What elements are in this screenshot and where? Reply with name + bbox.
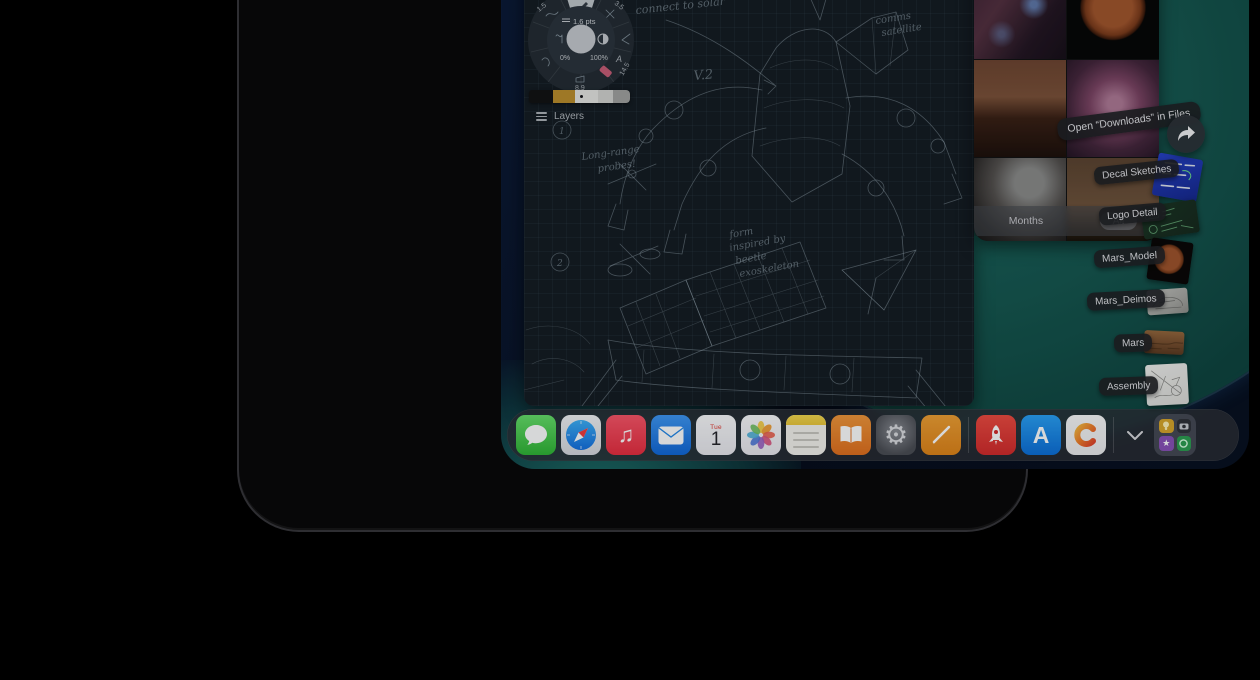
annotation-number-2: 2: [556, 259, 563, 269]
opacity-max-label: 100%: [590, 55, 608, 62]
ipad-device: connect to solar comms satellite V.2 Lon…: [237, 0, 1028, 532]
app-icon-settings[interactable]: ⚙: [876, 415, 916, 455]
palette-swatch-lightgray[interactable]: [598, 90, 613, 103]
notes-line: [793, 432, 819, 434]
app-icon-app-store[interactable]: A: [1021, 415, 1061, 455]
app-icon-calendar[interactable]: Tue 1: [696, 415, 736, 455]
app-icon-notes[interactable]: [786, 415, 826, 455]
annotation-probes-2: probes!: [597, 159, 637, 175]
forward-arrow-icon: [1176, 125, 1196, 143]
drag-item-label[interactable]: Mars: [1114, 333, 1153, 352]
notes-line: [793, 439, 819, 441]
palette-swatch-gold[interactable]: [553, 90, 575, 103]
text-tool-segment[interactable]: A: [615, 54, 622, 64]
palette-swatch-black[interactable]: [529, 90, 553, 103]
notes-line: [793, 446, 819, 448]
app-icon-messages[interactable]: [516, 415, 556, 455]
photo-thumbnail-mars-planet[interactable]: [1067, 0, 1159, 59]
concepts-app-window[interactable]: connect to solar comms satellite V.2 Lon…: [524, 0, 974, 406]
dock: ♫ Tue 1 ⚙: [507, 409, 1239, 461]
chevron-down-icon: [1127, 431, 1143, 440]
app-icon-photos[interactable]: [741, 415, 781, 455]
app-library-icon[interactable]: ★: [1154, 414, 1196, 456]
color-palette[interactable]: [529, 90, 630, 103]
layers-label: Layers: [554, 111, 584, 122]
tool-wheel[interactable]: 1.6 1.5 3.5 14.5 8.9 A 1.6 pts: [526, 0, 636, 94]
drag-item-label[interactable]: Assembly: [1099, 376, 1159, 396]
gear-glyph: ⚙: [884, 420, 908, 451]
library-tile-green: [1177, 436, 1192, 451]
music-note-glyph: ♫: [618, 422, 635, 448]
annotation-version: V.2: [693, 67, 714, 84]
library-tile-yellow: [1159, 419, 1174, 433]
app-icon-concepts[interactable]: [1066, 415, 1106, 455]
palette-swatch-gray[interactable]: [613, 90, 630, 103]
share-forward-button[interactable]: [1167, 115, 1205, 153]
annotation-number-1: 1: [559, 127, 565, 137]
library-tile-camera: [1177, 419, 1192, 433]
current-color-swatch[interactable]: [567, 25, 596, 54]
annotation-connect: connect to solar: [635, 0, 726, 17]
opacity-min-label: 0%: [560, 55, 570, 62]
app-icon-books[interactable]: [831, 415, 871, 455]
dock-divider: [1113, 417, 1114, 453]
dock-divider: [968, 417, 969, 453]
photo-thumbnail-nebula[interactable]: [974, 0, 1066, 59]
tab-months[interactable]: Months: [996, 212, 1056, 230]
app-icon-sketch-pen[interactable]: [921, 415, 961, 455]
app-icon-mail[interactable]: [651, 415, 691, 455]
size-value-label: 1.6 pts: [573, 17, 596, 26]
app-icon-safari[interactable]: [561, 415, 601, 455]
layers-icon: [536, 112, 547, 121]
photo-thumbnail-mars-landscape[interactable]: [974, 60, 1066, 157]
palette-swatch-white[interactable]: [575, 90, 598, 103]
app-icon-music[interactable]: ♫: [606, 415, 646, 455]
calendar-day: 1: [711, 431, 722, 449]
library-tile-star: ★: [1159, 436, 1174, 451]
layers-control[interactable]: Layers: [536, 111, 584, 122]
notes-band: [786, 415, 826, 425]
ipad-screen: connect to solar comms satellite V.2 Lon…: [501, 0, 1249, 469]
app-store-glyph: A: [1033, 422, 1050, 449]
dock-chevron-button[interactable]: [1121, 415, 1149, 455]
app-icon-rocket[interactable]: [976, 415, 1016, 455]
